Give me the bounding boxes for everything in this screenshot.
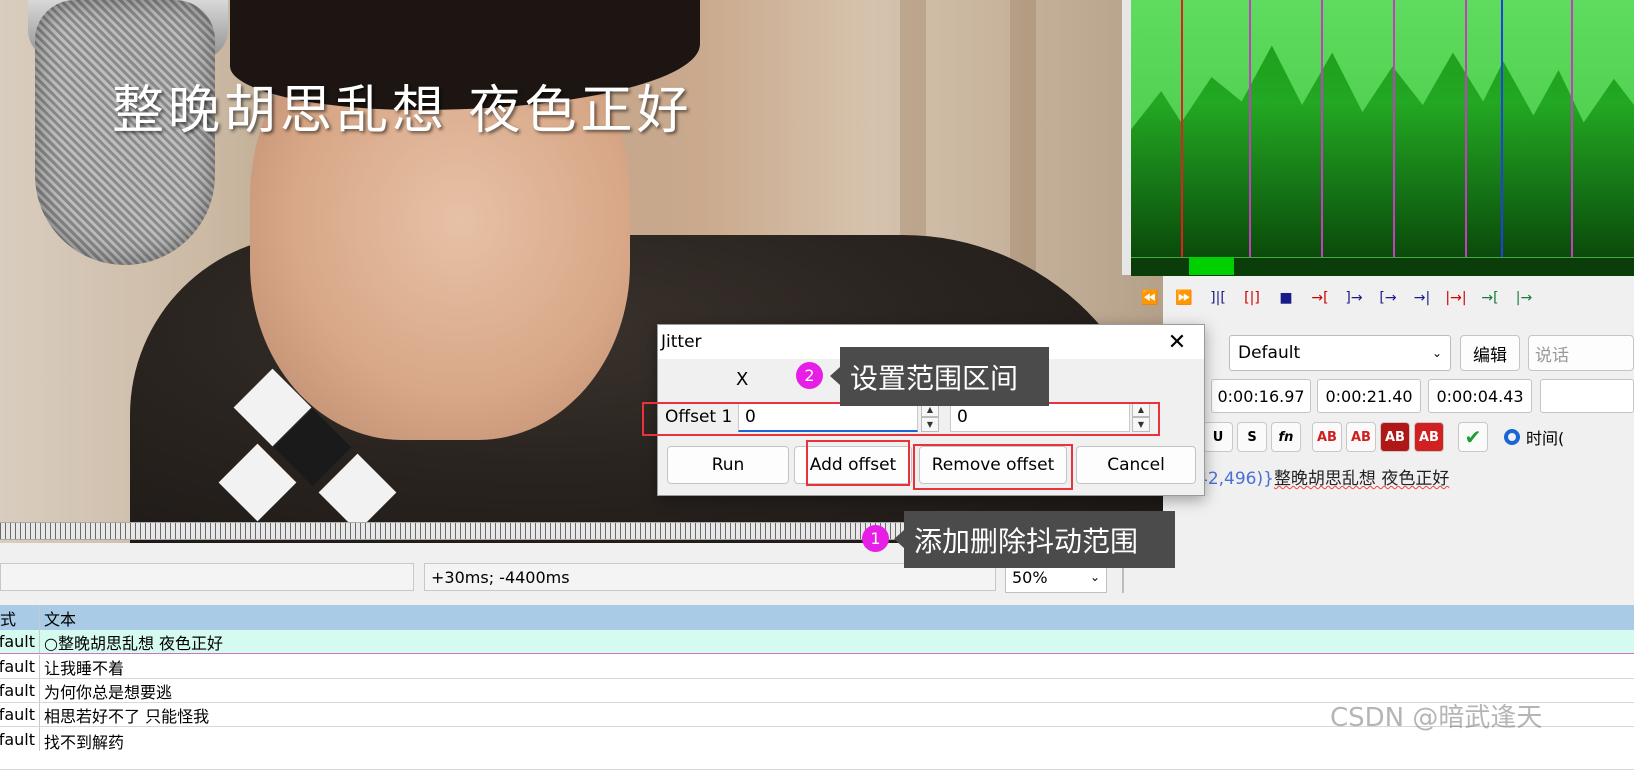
- cancel-button[interactable]: Cancel: [1076, 446, 1196, 484]
- keyframe-marker: [1393, 0, 1395, 258]
- actor-input[interactable]: 说话: [1528, 335, 1634, 371]
- chevron-down-icon: ⌄: [1431, 346, 1442, 360]
- row-text: 让我睡不着: [44, 658, 125, 678]
- override-tag-text: 42,496)}: [1197, 469, 1274, 489]
- offset-row-highlight: [642, 402, 1160, 436]
- callout-arrow: [894, 530, 904, 548]
- audio-waveform[interactable]: [1131, 0, 1634, 258]
- selection-start-marker[interactable]: [1181, 0, 1183, 258]
- video-time-display: [0, 563, 414, 591]
- start-time-field[interactable]: 0:00:16.97: [1211, 379, 1311, 413]
- edit-style-button[interactable]: 编辑: [1460, 335, 1520, 371]
- row-text: 为何你总是想要逃: [44, 682, 173, 702]
- play-previous-icon[interactable]: ⏪: [1138, 286, 1162, 310]
- lead-in-icon[interactable]: →[: [1478, 286, 1502, 310]
- play-first-icon[interactable]: [→: [1376, 286, 1400, 310]
- column-x-label: X: [736, 369, 749, 390]
- subtitle-edit-box[interactable]: 42,496)}整晚胡思乱想 夜色正好: [1197, 464, 1449, 489]
- end-time-field[interactable]: 0:00:21.40: [1317, 379, 1421, 413]
- secondary-color-button[interactable]: AB: [1346, 422, 1376, 452]
- play-line-icon[interactable]: [|]: [1240, 286, 1264, 310]
- chevron-down-icon: ⌄: [1089, 570, 1100, 584]
- remove-offset-highlight: [913, 444, 1073, 490]
- duration-field[interactable]: 0:00:04.43: [1428, 379, 1532, 413]
- callout-tooltip: 添加删除抖动范围: [904, 511, 1175, 568]
- row-text: 相思若好不了 只能怪我: [44, 706, 210, 726]
- style-dropdown-value: Default: [1238, 343, 1301, 363]
- callout-tooltip: 设置范围区间: [840, 347, 1049, 406]
- play-to-end-icon[interactable]: |→|: [1444, 286, 1468, 310]
- time-radio[interactable]: [1504, 429, 1520, 445]
- grid-header-text[interactable]: 文本: [40, 606, 76, 630]
- commit-check-icon[interactable]: ✔: [1458, 422, 1488, 452]
- underline-button[interactable]: U: [1203, 422, 1233, 452]
- grid-header: 式 文本: [0, 605, 1634, 631]
- stop-icon[interactable]: ■: [1274, 286, 1298, 310]
- row-style: fault: [0, 655, 40, 678]
- play-next-icon[interactable]: ⏩: [1172, 286, 1196, 310]
- callout-badge: 1: [862, 525, 889, 552]
- run-button[interactable]: Run: [667, 446, 789, 484]
- callout-badge: 2: [796, 362, 823, 389]
- row-text: 整晚胡思乱想 夜色正好: [57, 633, 224, 653]
- keyframe-marker: [1571, 0, 1573, 258]
- row-style: fault: [0, 727, 40, 751]
- play-selection-icon[interactable]: ]|[: [1206, 286, 1230, 310]
- audio-controls-toolbar: ⏪ ⏩ ]|[ [|] ■ →[ ]→ [→ →| |→| →[ |→: [1130, 282, 1634, 314]
- waveform-scroll-thumb[interactable]: [1189, 257, 1234, 275]
- grid-row[interactable]: fault ○整晚胡思乱想 夜色正好: [0, 630, 1634, 654]
- dialog-title: Jitter: [661, 332, 702, 352]
- time-radio-label: 时间(: [1526, 429, 1565, 448]
- watermark: CSDN @暗武逢天: [1330, 703, 1543, 733]
- keyframe-marker: [1321, 0, 1323, 258]
- keyframe-marker: [1465, 0, 1467, 258]
- row-style: fault: [0, 679, 40, 702]
- close-icon[interactable]: ✕: [1164, 329, 1190, 355]
- style-dropdown[interactable]: Default ⌄: [1229, 335, 1451, 371]
- selection-end-marker[interactable]: [1501, 0, 1503, 258]
- play-before-icon[interactable]: →[: [1308, 286, 1332, 310]
- lead-out-icon[interactable]: |→: [1512, 286, 1536, 310]
- grid-row[interactable]: fault 让我睡不着: [0, 655, 1634, 679]
- zoom-value: 50%: [1012, 567, 1048, 587]
- play-last-icon[interactable]: →|: [1410, 286, 1434, 310]
- row-style: fault: [0, 703, 40, 726]
- row-style: fault: [0, 630, 40, 653]
- row-text: 找不到解药: [44, 733, 125, 752]
- layer-field[interactable]: [1540, 379, 1634, 413]
- shadow-color-button[interactable]: AB: [1414, 422, 1444, 452]
- grid-header-style[interactable]: 式: [0, 605, 40, 630]
- strikeout-button[interactable]: S: [1237, 422, 1267, 452]
- primary-color-button[interactable]: AB: [1312, 422, 1342, 452]
- play-after-icon[interactable]: ]→: [1342, 286, 1366, 310]
- row-prefix: ○: [44, 633, 58, 653]
- subtitle-text: 整晚胡思乱想 夜色正好: [1273, 469, 1450, 489]
- callout-arrow: [830, 367, 840, 385]
- outline-color-button[interactable]: AB: [1380, 422, 1410, 452]
- keyframe-marker: [1249, 0, 1251, 258]
- add-offset-highlight: [806, 440, 910, 486]
- font-name-button[interactable]: fn: [1271, 422, 1301, 452]
- subtitle-preview: 整晚胡思乱想 夜色正好: [112, 81, 693, 141]
- row-text-cell: ○整晚胡思乱想 夜色正好: [40, 630, 223, 654]
